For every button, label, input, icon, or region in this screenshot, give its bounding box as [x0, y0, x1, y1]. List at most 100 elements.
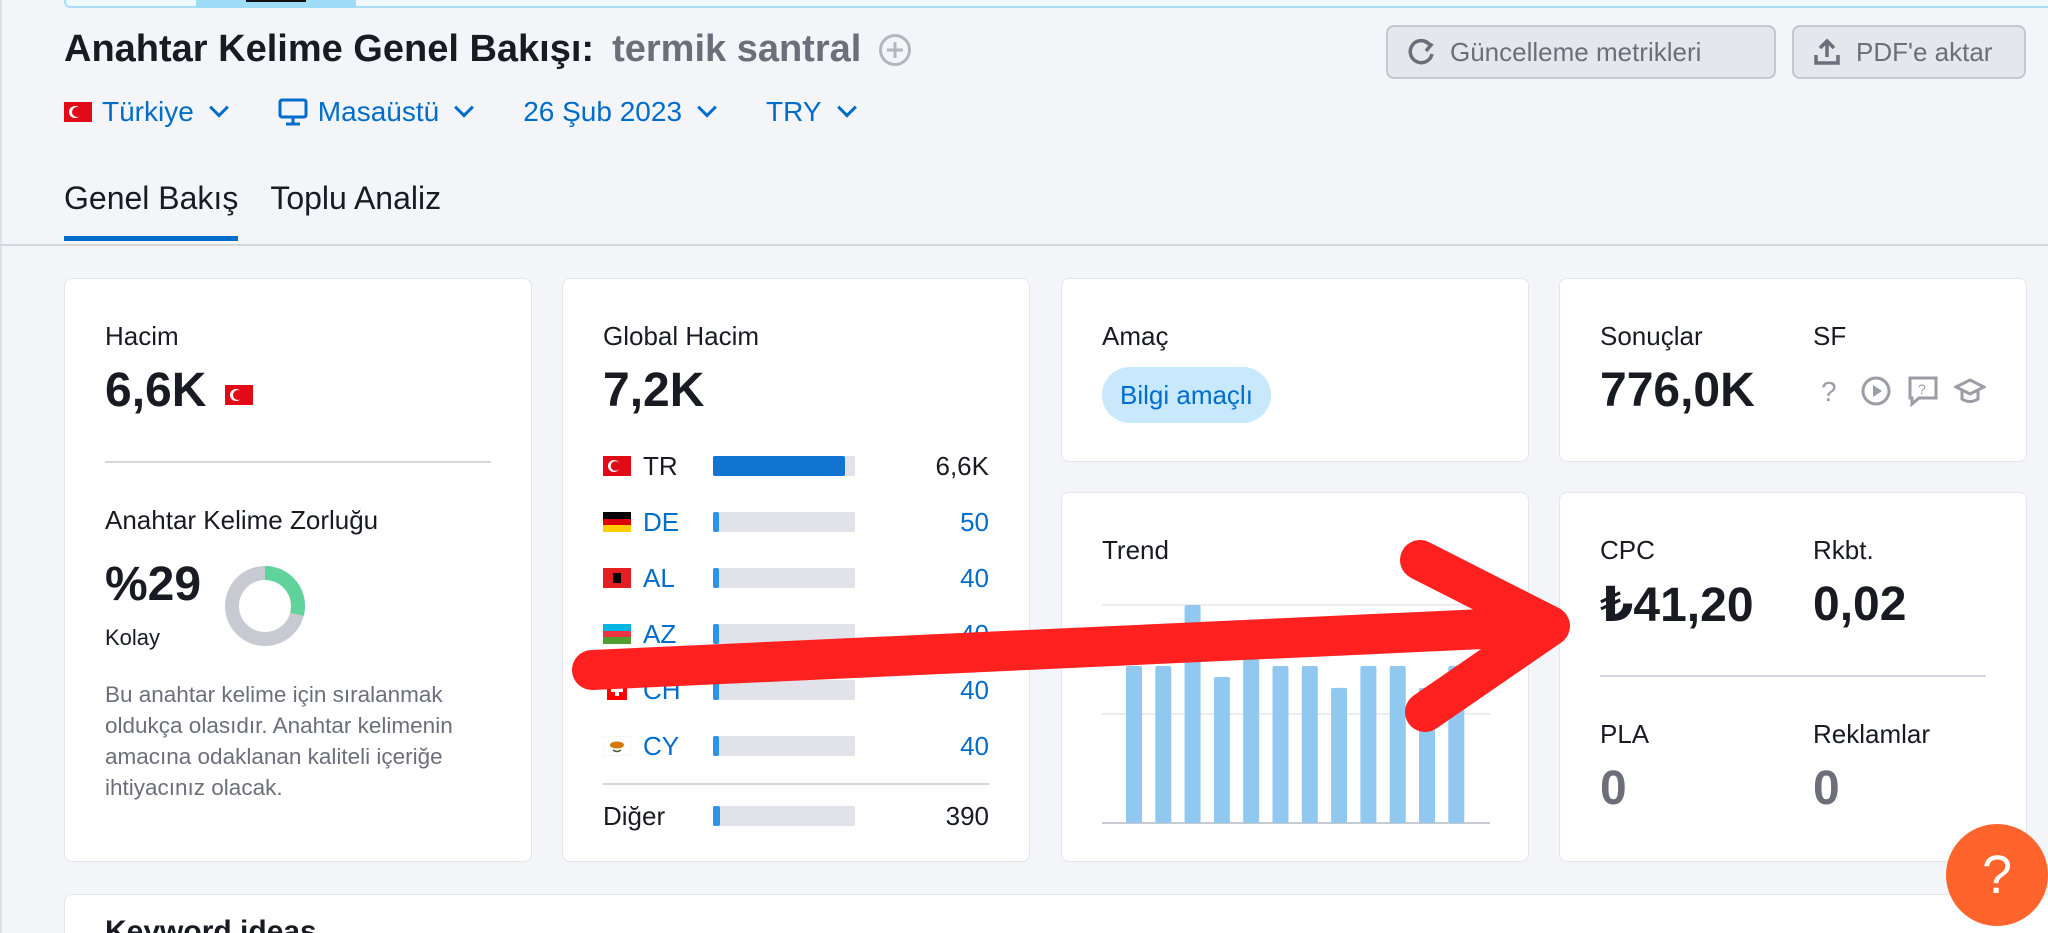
cpc-divider [1600, 675, 1986, 677]
kd-description: Bu anahtar kelime için sıralanmak oldukç… [105, 682, 453, 800]
desktop-icon [278, 98, 308, 126]
kd-donut-chart [225, 566, 305, 646]
global-volume-value: 7,2K [603, 364, 705, 417]
banner-thumbnail [196, 0, 356, 8]
country-row[interactable]: AL 40 [603, 563, 989, 593]
chevron-down-icon [208, 97, 229, 118]
country-code: TR [643, 450, 678, 481]
tab-divider [0, 244, 2048, 246]
competition-value: 0,02 [1813, 578, 1907, 631]
country-volume[interactable]: 40 [960, 675, 989, 706]
date-select[interactable]: 26 Şub 2023 [523, 96, 717, 128]
volume-value: 6,6K [105, 364, 207, 417]
country-code[interactable]: CH [643, 675, 703, 706]
country-bar [713, 568, 855, 588]
kd-value: %29 [105, 558, 202, 611]
chevron-down-icon [697, 97, 717, 118]
refresh-icon [1408, 38, 1434, 65]
tab-overview[interactable]: Genel Bakış [64, 180, 239, 241]
other-label: Diğer [603, 800, 666, 831]
country-code[interactable]: AL [643, 563, 703, 594]
country-volume[interactable]: 40 [960, 563, 989, 594]
country-bar [713, 680, 855, 700]
education-icon[interactable] [1954, 375, 1986, 407]
country-bar [713, 736, 855, 756]
trend-label: Trend [1102, 535, 1169, 565]
country-volume[interactable]: 40 [960, 619, 989, 650]
device-label: Masaüstü [317, 96, 440, 127]
country-code[interactable]: AZ [643, 619, 703, 650]
top-banner [64, 0, 2048, 8]
trend-bar [1184, 605, 1201, 823]
global-volume-label: Global Hacim [603, 321, 760, 351]
chevron-down-icon [836, 97, 857, 118]
volume-divider [105, 461, 491, 463]
chevron-down-icon [454, 97, 475, 118]
trend-bar [1155, 666, 1172, 823]
country-row[interactable]: CH 40 [603, 675, 989, 705]
svg-text:?: ? [1918, 381, 1926, 397]
trend-bar [1301, 666, 1318, 823]
other-volume: 390 [945, 800, 989, 831]
upload-icon [1814, 38, 1840, 65]
volume-card: Hacim 6,6K Anahtar Kelime Zorluğu %29 Ko… [64, 278, 532, 862]
faq-icon[interactable]: ? [1907, 375, 1939, 407]
cpc-value: ₺41,20 [1600, 579, 1754, 632]
trend-bar [1243, 655, 1260, 823]
competition-label: Rkbt. [1813, 535, 1874, 565]
help-button[interactable]: ? [1946, 824, 2048, 926]
export-label: PDF'e aktar [1856, 36, 1993, 67]
trend-bar [1213, 676, 1230, 823]
trend-bar [1360, 666, 1377, 823]
country-bar [713, 624, 855, 644]
volume-label: Hacim [105, 321, 179, 351]
trend-card: Trend [1061, 492, 1529, 862]
kd-level: Kolay [105, 625, 161, 650]
page-left-border [0, 0, 2, 933]
country-label: Türkiye [102, 96, 194, 127]
germany-flag-icon [603, 512, 631, 532]
turkey-flag-icon [225, 385, 253, 405]
video-icon[interactable] [1860, 375, 1892, 407]
currency-select[interactable]: TRY [766, 96, 857, 128]
country-volume[interactable]: 50 [960, 507, 989, 538]
trend-bar [1389, 666, 1406, 823]
svg-text:?: ? [1821, 376, 1837, 407]
tab-bulk-analysis[interactable]: Toplu Analiz [270, 180, 441, 231]
country-bar [713, 806, 855, 826]
country-select[interactable]: Türkiye [64, 96, 229, 128]
device-select[interactable]: Masaüstü [278, 96, 475, 128]
ads-value: 0 [1813, 762, 1840, 815]
switzerland-flag-icon [607, 680, 627, 700]
country-row[interactable]: CY 40 [603, 731, 989, 761]
results-card: Sonuçlar 776,0K SF ? ? [1559, 278, 2027, 462]
results-value: 776,0K [1600, 364, 1755, 417]
add-keyword-icon[interactable] [879, 33, 912, 66]
intent-label: Amaç [1102, 321, 1169, 351]
refresh-metrics-button[interactable]: Güncelleme metrikleri [1386, 25, 1776, 79]
intent-card: Amaç Bilgi amaçlı [1061, 278, 1529, 462]
refresh-label: Güncelleme metrikleri [1450, 36, 1702, 67]
country-row-other: Diğer 390 [603, 801, 989, 831]
trend-bar [1419, 687, 1435, 823]
turkey-flag-icon [64, 102, 92, 122]
country-volume[interactable]: 40 [960, 731, 989, 762]
cyprus-flag-icon [603, 736, 631, 756]
trend-bar [1448, 666, 1465, 823]
sf-label: SF [1813, 321, 1847, 351]
country-code[interactable]: CY [643, 731, 703, 762]
trend-bar [1272, 666, 1289, 823]
global-volume-card: Global Hacim 7,2K TR 6,6K DE 50 AL 40 AZ… [562, 278, 1030, 862]
currency-label: TRY [766, 96, 822, 127]
tab-bar: Genel Bakış Toplu Analiz [64, 180, 441, 241]
page-title: Anahtar Kelime Genel Bakışı: [64, 28, 595, 70]
country-code[interactable]: DE [643, 507, 703, 538]
azerbaijan-flag-icon [603, 624, 631, 644]
albania-flag-icon [603, 568, 631, 588]
question-icon[interactable]: ? [1813, 375, 1845, 407]
country-bar [713, 512, 855, 532]
country-row[interactable]: AZ 40 [603, 619, 989, 649]
country-row[interactable]: DE 50 [603, 507, 989, 537]
intent-badge: Bilgi amaçlı [1102, 367, 1271, 423]
export-pdf-button[interactable]: PDF'e aktar [1792, 25, 2026, 79]
